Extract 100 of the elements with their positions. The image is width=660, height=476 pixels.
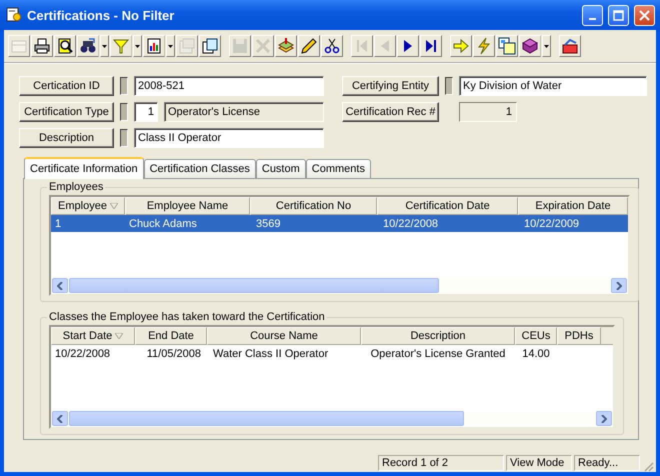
copy-button[interactable]	[199, 35, 221, 57]
dropdown-button[interactable]	[166, 35, 175, 57]
chevron-right-icon	[616, 282, 622, 290]
scroll-right-button[interactable]	[596, 411, 612, 426]
table-cell-text: 11/05/2008	[146, 348, 202, 360]
minimize-button[interactable]	[582, 4, 603, 26]
table-cell-text: 10/22/2009	[523, 218, 580, 230]
table-row[interactable]: 1 Chuck Adams 3569 10/22/2008 10/22/2009	[51, 215, 628, 232]
column-header[interactable]: PDHs	[557, 327, 601, 345]
status-panel: Ready...	[574, 454, 640, 470]
scroll-right-button[interactable]	[611, 278, 627, 293]
column-header-label: End Date	[148, 330, 194, 342]
scissors-button[interactable]	[321, 35, 343, 57]
caret-icon	[135, 44, 140, 48]
printer-icon	[33, 37, 51, 55]
column-header-label: Certification Date	[405, 200, 490, 212]
tab[interactable]: Custom	[256, 159, 306, 178]
delete-icon	[254, 37, 272, 55]
diagram-button[interactable]	[496, 35, 518, 57]
status-panel: Record 1 of 2	[378, 454, 504, 470]
field-label-button[interactable]: Description	[19, 128, 114, 148]
group-title: Employees	[48, 181, 104, 193]
funnel-icon	[112, 37, 130, 55]
minimize-icon	[589, 18, 596, 20]
text-field[interactable]: Operator's License	[164, 102, 324, 122]
dropdown-button[interactable]	[100, 35, 109, 57]
status-panel: View Mode	[506, 454, 572, 470]
column-header[interactable]: CEUs	[515, 327, 557, 345]
field-label-button[interactable]: Certifying Entity	[342, 76, 439, 96]
scroll-left-button[interactable]	[52, 278, 68, 293]
preview-icon	[56, 37, 74, 55]
column-header[interactable]: End Date	[135, 327, 207, 345]
field-label-button[interactable]: Certification Type	[19, 102, 114, 122]
field-handle[interactable]	[120, 103, 128, 121]
scroll-left-button[interactable]	[52, 411, 68, 426]
caret-icon	[102, 44, 107, 48]
pencil-button[interactable]	[298, 35, 320, 57]
column-header-label: PDHs	[564, 330, 594, 342]
scrollbar-thumb[interactable]	[69, 278, 439, 293]
column-header-label: Course Name	[250, 330, 318, 342]
chevron-left-icon	[57, 414, 63, 422]
stack-button[interactable]	[275, 35, 297, 57]
field-label-button[interactable]: Certification Rec #	[342, 102, 439, 122]
column-header-label: CEUs	[522, 330, 550, 342]
close-button[interactable]	[634, 4, 655, 26]
lightning-button[interactable]	[473, 35, 495, 57]
field-handle[interactable]	[120, 77, 128, 95]
text-field[interactable]: 2008-521	[134, 76, 324, 96]
printer-button[interactable]	[31, 35, 53, 57]
tab[interactable]: Comments	[306, 159, 371, 178]
lightning-icon	[475, 37, 493, 55]
next-record-button[interactable]	[397, 35, 419, 57]
column-header[interactable]: Certification No	[250, 197, 377, 215]
field-handle[interactable]	[445, 77, 453, 95]
copy-icon	[201, 37, 219, 55]
tab[interactable]: Certification Classes	[144, 159, 256, 178]
code-field[interactable]: 1	[134, 102, 158, 122]
chevron-left-icon	[57, 282, 63, 290]
properties-icon	[178, 37, 196, 55]
table-cell-text: 1	[54, 218, 62, 230]
record-number-value: 1	[459, 102, 517, 122]
save-icon	[231, 37, 249, 55]
resize-grip-icon[interactable]	[642, 460, 654, 472]
dropdown-button[interactable]	[133, 35, 142, 57]
column-header[interactable]: Start Date	[51, 327, 135, 345]
column-header[interactable]: Certification Date	[377, 197, 518, 215]
column-header-label: Employee Name	[146, 200, 228, 212]
funnel-button[interactable]	[110, 35, 132, 57]
column-header[interactable]: Course Name	[207, 327, 361, 345]
maximize-button[interactable]	[608, 4, 629, 26]
column-header[interactable]: Employee	[51, 197, 125, 215]
table-cell-text: 10/22/2008	[54, 348, 112, 360]
field-label-button[interactable]: Certication ID	[19, 76, 114, 96]
text-field[interactable]: Ky Division of Water	[459, 76, 647, 96]
field-handle[interactable]	[120, 129, 128, 147]
scrollbar-thumb[interactable]	[69, 411, 464, 426]
tab[interactable]: Certificate Information	[24, 157, 144, 179]
table-cell-text: Operator's License Granted	[370, 348, 506, 360]
last-record-button[interactable]	[420, 35, 442, 57]
dropdown-button[interactable]	[542, 35, 551, 57]
column-header-label: Certification No	[276, 200, 352, 212]
arrow-right-button[interactable]	[450, 35, 472, 57]
column-header-label: Employee	[58, 200, 107, 212]
column-header[interactable]: Employee Name	[125, 197, 250, 215]
table-cell-text: Water Class II Operator	[212, 348, 330, 360]
column-header-label: Expiration Date	[535, 200, 611, 212]
report-button[interactable]	[143, 35, 165, 57]
preview-button[interactable]	[54, 35, 76, 57]
binoculars-button[interactable]	[77, 35, 99, 57]
column-header[interactable]: Description	[361, 327, 515, 345]
report-icon	[145, 37, 163, 55]
group-title: Classes the Employee has taken toward the Certification	[48, 311, 326, 323]
text-field[interactable]: Class II Operator	[134, 128, 324, 148]
caret-icon	[544, 44, 549, 48]
pencil-icon	[300, 37, 318, 55]
caret-icon	[168, 44, 173, 48]
column-header[interactable]: Expiration Date	[518, 197, 628, 215]
stack-icon	[277, 37, 295, 55]
column-header-label: Description	[410, 330, 466, 342]
table-cell-text: 14.00	[521, 348, 551, 360]
